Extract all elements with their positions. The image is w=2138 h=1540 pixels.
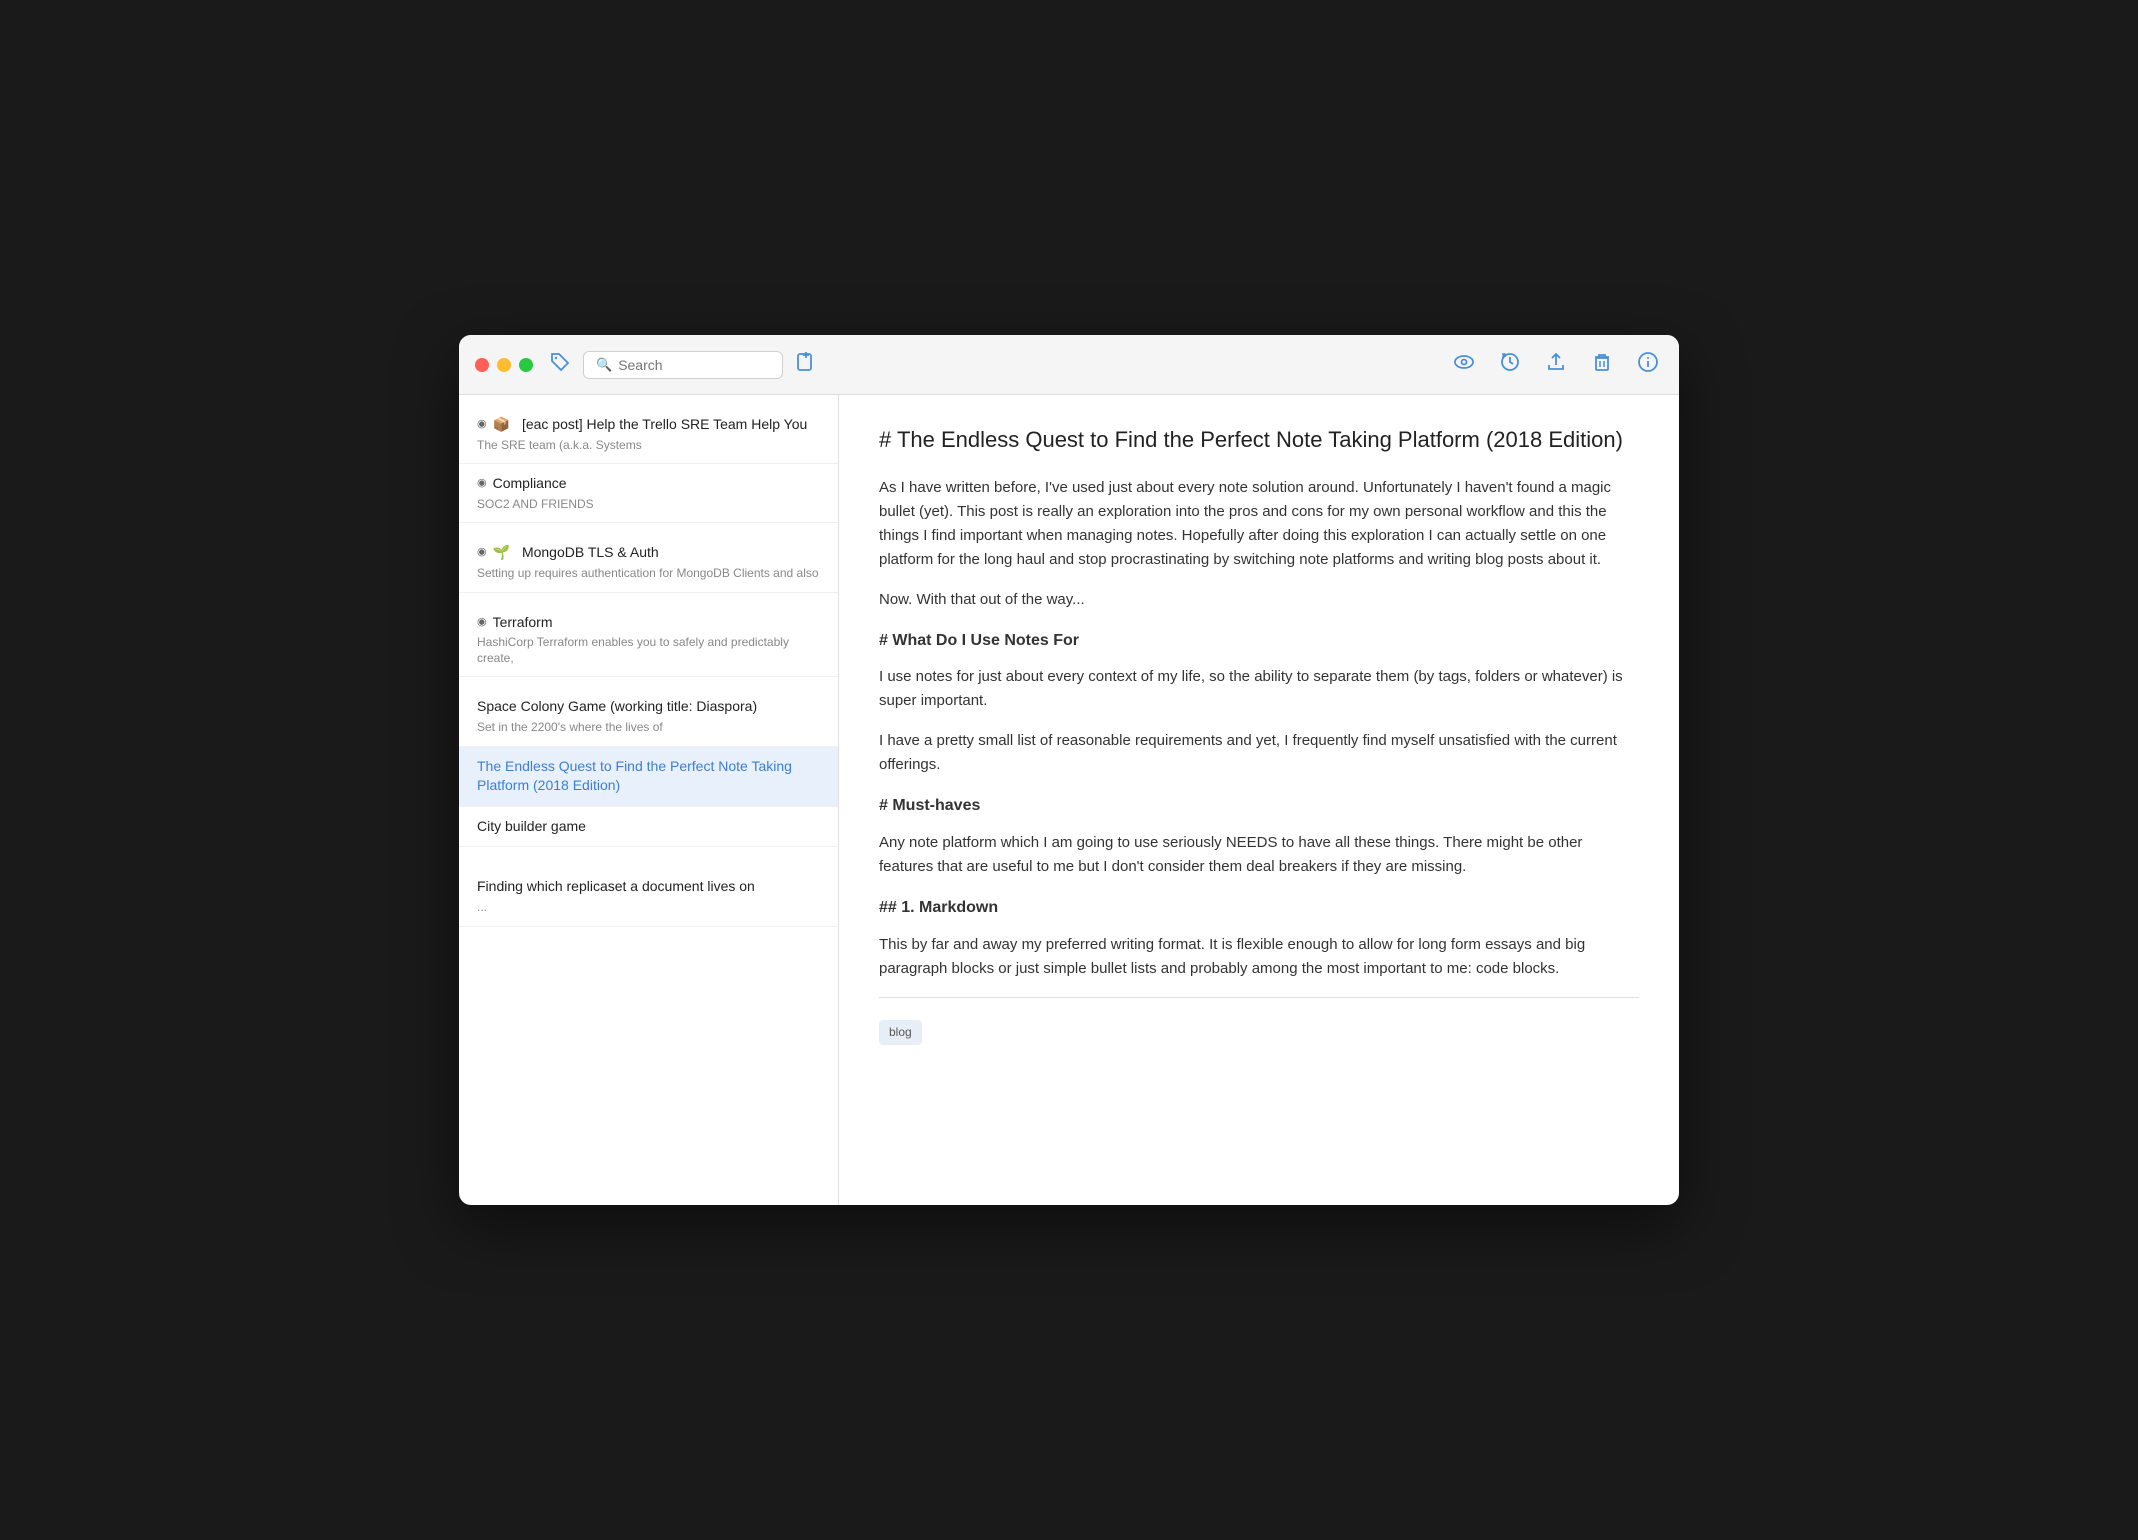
list-item[interactable]: ◉ Terraform HashiCorp Terraform enables … [459, 603, 838, 678]
spacer [459, 593, 838, 603]
note-paragraph: Any note platform which I am going to us… [879, 831, 1639, 879]
info-icon[interactable] [1637, 351, 1659, 379]
spacer [459, 847, 838, 867]
note-title-text: The Endless Quest to Find the Perfect No… [477, 757, 820, 796]
note-paragraph: As I have written before, I've used just… [879, 476, 1639, 572]
tags-icon[interactable] [549, 351, 571, 379]
note-paragraph: I use notes for just about every context… [879, 665, 1639, 713]
note-subtitle: The SRE team (a.k.a. Systems [477, 438, 820, 454]
list-item[interactable]: Finding which replicaset a document live… [459, 867, 838, 926]
preview-icon[interactable] [1453, 351, 1475, 379]
note-title-text: ◉ Terraform [477, 613, 820, 633]
note-title-text: ◉ 📦 [eac post] Help the Trello SRE Team … [477, 415, 820, 435]
maximize-button[interactable] [519, 358, 533, 372]
note-divider [879, 997, 1639, 998]
note-title-text: Finding which replicaset a document live… [477, 877, 820, 897]
note-paragraph: This by far and away my preferred writin… [879, 933, 1639, 981]
list-item[interactable]: The Endless Quest to Find the Perfect No… [459, 747, 838, 807]
list-item[interactable]: Space Colony Game (working title: Diaspo… [459, 687, 838, 746]
note-subtitle: Setting up requires authentication for M… [477, 566, 820, 582]
list-item[interactable]: City builder game [459, 807, 838, 848]
spacer [459, 523, 838, 533]
new-note-button[interactable] [795, 351, 817, 379]
search-input[interactable] [618, 357, 758, 373]
note-content-area[interactable]: # The Endless Quest to Find the Perfect … [839, 395, 1679, 1205]
traffic-lights [475, 358, 533, 372]
list-item[interactable]: ◉ Compliance SOC2 AND FRIENDS [459, 464, 838, 523]
note-paragraph: I have a pretty small list of reasonable… [879, 729, 1639, 777]
sidebar: ◉ 📦 [eac post] Help the Trello SRE Team … [459, 395, 839, 1205]
note-heading-2: # Must-haves [879, 793, 1639, 819]
spacer [459, 677, 838, 687]
note-subtitle: HashiCorp Terraform enables you to safel… [477, 635, 820, 666]
pin-icon: ◉ [477, 545, 487, 560]
history-icon[interactable] [1499, 351, 1521, 379]
note-body: # The Endless Quest to Find the Perfect … [879, 425, 1639, 1045]
tag-badge[interactable]: blog [879, 1020, 922, 1045]
note-title-text: Space Colony Game (working title: Diaspo… [477, 697, 820, 717]
search-icon: 🔍 [596, 357, 612, 373]
toolbar-left: 🔍 [549, 351, 817, 379]
note-main-title: # The Endless Quest to Find the Perfect … [879, 425, 1639, 456]
note-paragraph: Now. With that out of the way... [879, 588, 1639, 612]
note-heading-1: # What Do I Use Notes For [879, 628, 1639, 654]
close-button[interactable] [475, 358, 489, 372]
export-icon[interactable] [1545, 351, 1567, 379]
pin-icon: ◉ [477, 615, 487, 630]
pin-icon: ◉ [477, 417, 487, 432]
list-item[interactable]: ◉ 🌱 MongoDB TLS & Auth Setting up requir… [459, 533, 838, 592]
pin-icon: ◉ [477, 476, 487, 491]
minimize-button[interactable] [497, 358, 511, 372]
search-box[interactable]: 🔍 [583, 351, 783, 379]
app-window: 🔍 [459, 335, 1679, 1205]
note-heading-3: ## 1. Markdown [879, 895, 1639, 921]
note-subtitle: ... [477, 900, 820, 916]
toolbar-right [1453, 351, 1659, 379]
note-title-text: ◉ Compliance [477, 474, 820, 494]
note-subtitle: Set in the 2200's where the lives of [477, 720, 820, 736]
list-item[interactable]: ◉ 📦 [eac post] Help the Trello SRE Team … [459, 405, 838, 464]
trash-icon[interactable] [1591, 351, 1613, 379]
note-title-text: ◉ 🌱 MongoDB TLS & Auth [477, 543, 820, 563]
note-subtitle: SOC2 AND FRIENDS [477, 497, 820, 513]
note-title-text: City builder game [477, 817, 820, 837]
titlebar: 🔍 [459, 335, 1679, 395]
main-area: ◉ 📦 [eac post] Help the Trello SRE Team … [459, 395, 1679, 1205]
